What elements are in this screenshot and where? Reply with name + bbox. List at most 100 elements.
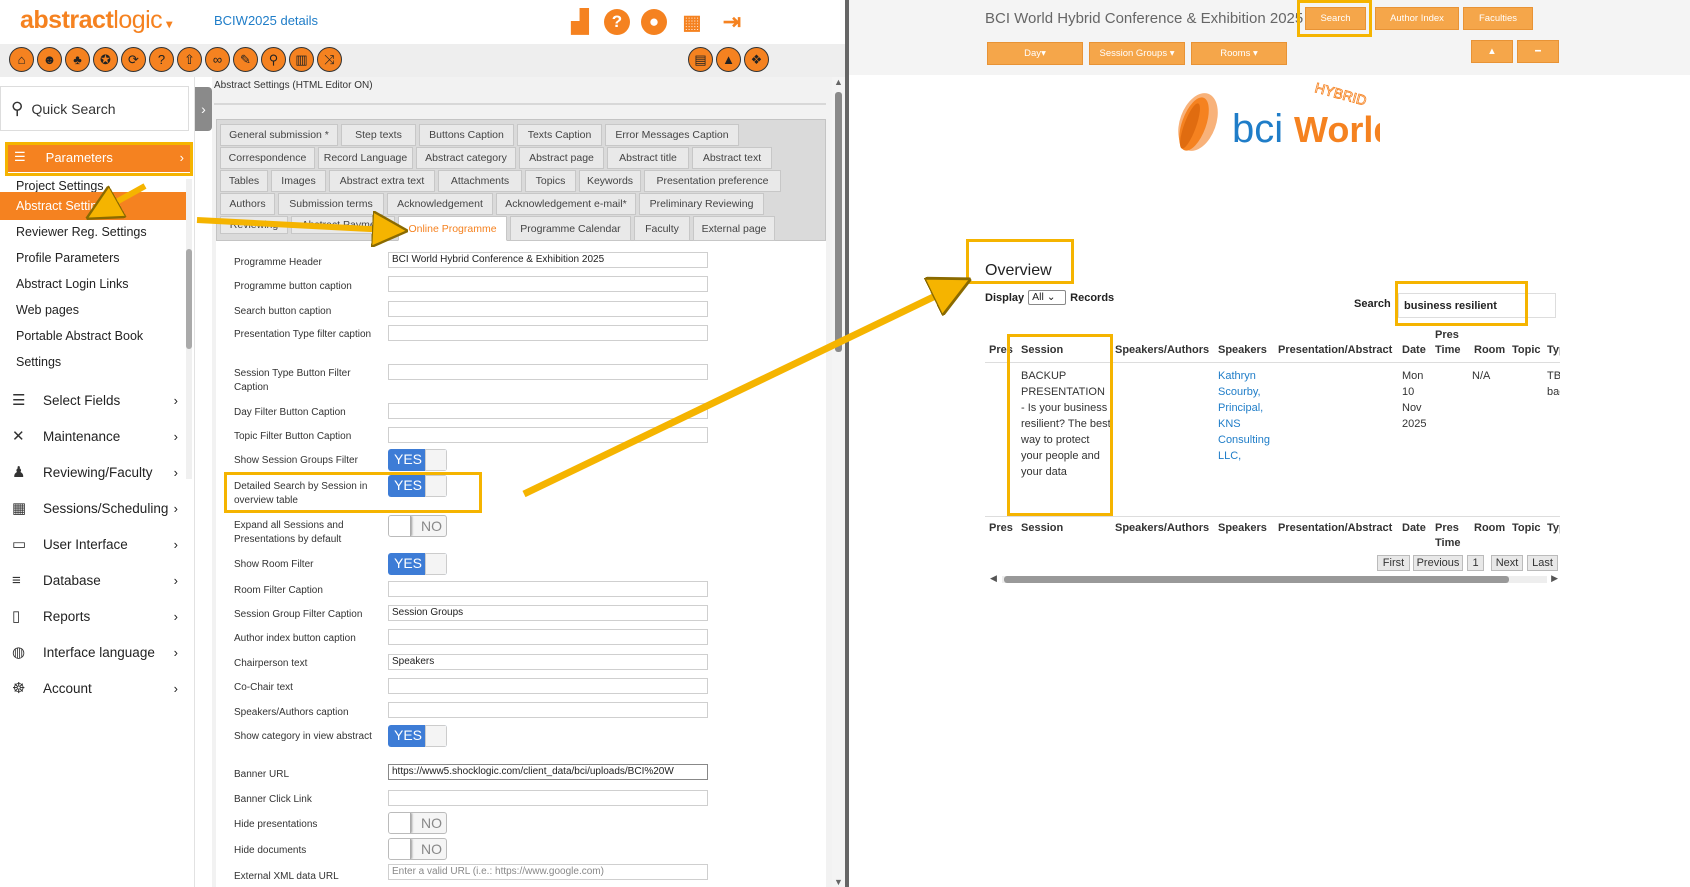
menu-select-fields[interactable]: ☰ Select Fields ›: [0, 382, 190, 418]
collapse-up-button[interactable]: ▲: [1471, 40, 1513, 63]
tab-images[interactable]: Images: [271, 170, 326, 192]
tab-preliminary-reviewing[interactable]: Preliminary Reviewing: [639, 193, 764, 215]
tab-programme-calendar[interactable]: Programme Calendar: [510, 216, 631, 241]
faculties-button[interactable]: Faculties: [1463, 7, 1533, 30]
banner-click-link-input[interactable]: [388, 790, 708, 806]
upload-icon[interactable]: ⇧: [177, 47, 202, 72]
chart-icon[interactable]: ▟: [566, 8, 594, 36]
tab-faculty[interactable]: Faculty: [634, 216, 690, 241]
search-button-caption-input[interactable]: [388, 301, 708, 317]
tab-abstract-page[interactable]: Abstract page: [519, 147, 604, 169]
col-pres-time[interactable]: Pres Time: [1435, 328, 1465, 358]
menu-sessions-scheduling[interactable]: ▦ Sessions/Scheduling ›: [0, 490, 190, 526]
col-pres[interactable]: Pres: [989, 343, 1013, 358]
table-hscrollbar[interactable]: ◀ ▶: [990, 573, 1558, 585]
tab-abstract-category[interactable]: Abstract category: [416, 147, 516, 169]
pager-first[interactable]: First: [1377, 555, 1410, 571]
tab-record-language[interactable]: Record Language: [318, 147, 413, 169]
session-type-filter-input[interactable]: [388, 364, 708, 380]
app-logo[interactable]: abstractlogic ▾: [20, 6, 172, 35]
help-icon[interactable]: ?: [604, 9, 630, 35]
banner-url-input[interactable]: https://www5.shocklogic.com/client_data/…: [388, 764, 708, 780]
sub-item-abstract-login-links[interactable]: Abstract Login Links: [6, 270, 186, 298]
tab-correspondence[interactable]: Correspondence: [220, 147, 315, 169]
tab-abstract-payment[interactable]: Abstract Payment: [291, 216, 395, 234]
award-icon[interactable]: ✪: [93, 47, 118, 72]
col-room[interactable]: Room: [1474, 343, 1505, 358]
tab-abstract-extra-text[interactable]: Abstract extra text: [329, 170, 435, 192]
search-icon[interactable]: ⚲: [261, 47, 286, 72]
mask-icon[interactable]: ☻: [37, 47, 62, 72]
scroll-right-icon[interactable]: ▶: [1551, 573, 1558, 584]
sidebar-item-parameters[interactable]: ☰ Parameters ›: [6, 142, 192, 172]
col-date[interactable]: Date: [1402, 343, 1426, 358]
day-filter-button[interactable]: Day ▾: [987, 42, 1083, 65]
col-speakers-authors[interactable]: Speakers/Authors: [1115, 343, 1209, 358]
dropbox-icon[interactable]: ❖: [744, 47, 769, 72]
menu-database[interactable]: ≡ Database ›: [0, 562, 190, 598]
author-index-button[interactable]: Author Index: [1375, 7, 1459, 30]
tab-topics[interactable]: Topics: [525, 170, 576, 192]
display-select[interactable]: All ⌄: [1028, 290, 1067, 305]
tab-tables[interactable]: Tables: [220, 170, 268, 192]
rooms-filter-button[interactable]: Rooms ▾: [1191, 42, 1287, 65]
tab-acknowledgement[interactable]: Acknowledgement: [387, 193, 493, 215]
day-filter-input[interactable]: [388, 403, 708, 419]
sub-item-abstract-settings[interactable]: Abstract Settings: [0, 192, 186, 220]
col-speakers[interactable]: Speakers: [1218, 343, 1267, 358]
tab-online-programme[interactable]: Online Programme: [398, 216, 507, 241]
tab-general-submission[interactable]: General submission *: [220, 124, 338, 146]
topic-filter-input[interactable]: [388, 427, 708, 443]
sub-item-web-pages[interactable]: Web pages: [6, 296, 186, 324]
document-icon[interactable]: ▤: [688, 47, 713, 72]
hide-documents-toggle[interactable]: NO: [388, 838, 447, 860]
show-room-filter-toggle[interactable]: YES: [388, 553, 447, 575]
col-presentation-abstract[interactable]: Presentation/Abstract: [1278, 343, 1392, 358]
edit-icon[interactable]: ✎: [233, 47, 258, 72]
tab-submission-terms[interactable]: Submission terms: [278, 193, 384, 215]
tab-presentation-preference[interactable]: Presentation preference: [644, 170, 781, 192]
sub-item-reviewer-settings[interactable]: Reviewer Reg. Settings: [6, 218, 186, 246]
tab-external-page[interactable]: External page: [693, 216, 775, 241]
expand-all-toggle[interactable]: NO: [388, 515, 447, 537]
overview-search-input[interactable]: business resilient: [1398, 293, 1556, 318]
pager-page-1[interactable]: 1: [1467, 555, 1484, 571]
link-icon[interactable]: ∞: [205, 47, 230, 72]
menu-maintenance[interactable]: ✕ Maintenance ›: [0, 418, 190, 454]
menu-account[interactable]: ☸ Account ›: [0, 670, 190, 706]
tab-abstract-text[interactable]: Abstract text: [692, 147, 772, 169]
external-xml-url-input[interactable]: Enter a valid URL (i.e.: https://www.goo…: [388, 864, 708, 880]
tab-texts-caption[interactable]: Texts Caption: [517, 124, 602, 146]
tab-buttons-caption[interactable]: Buttons Caption: [419, 124, 514, 146]
grid-icon[interactable]: ▦: [678, 8, 706, 36]
sub-item-profile-parameters[interactable]: Profile Parameters: [6, 244, 186, 272]
caret-down-icon[interactable]: ▾: [166, 17, 172, 31]
tab-acknowledgement-email[interactable]: Acknowledgement e-mail*: [496, 193, 636, 215]
logout-icon[interactable]: ⇥: [718, 8, 746, 36]
hide-presentations-toggle[interactable]: NO: [388, 812, 447, 834]
col-topic[interactable]: Topic: [1512, 343, 1541, 358]
show-category-toggle[interactable]: YES: [388, 725, 447, 747]
tab-error-messages-caption[interactable]: Error Messages Caption: [605, 124, 739, 146]
user-icon[interactable]: ●: [641, 9, 667, 35]
chairperson-text-input[interactable]: Speakers: [388, 654, 708, 670]
speakers-authors-caption-input[interactable]: [388, 702, 708, 718]
tab-keywords[interactable]: Keywords: [579, 170, 641, 192]
pager-previous[interactable]: Previous: [1413, 555, 1463, 571]
presentation-type-filter-input[interactable]: [388, 325, 708, 341]
pager-last[interactable]: Last: [1527, 555, 1558, 571]
sidebar-collapse-toggle[interactable]: ›: [195, 87, 212, 131]
drive-icon[interactable]: ▲: [716, 47, 741, 72]
pager-next[interactable]: Next: [1491, 555, 1523, 571]
quick-search[interactable]: ⚲ Quick Search: [0, 86, 189, 131]
col-type[interactable]: Type: [1547, 343, 1560, 358]
sub-item-portable-abstract-book[interactable]: Portable Abstract Book: [6, 322, 186, 350]
session-group-filter-caption-input[interactable]: Session Groups: [388, 605, 708, 621]
room-filter-caption-input[interactable]: [388, 581, 708, 597]
users-icon[interactable]: ♣: [65, 47, 90, 72]
home-icon[interactable]: ⌂: [9, 47, 34, 72]
programme-button-caption-input[interactable]: [388, 276, 708, 292]
programme-header-input[interactable]: BCI World Hybrid Conference & Exhibition…: [388, 252, 708, 268]
menu-reviewing-faculty[interactable]: ♟ Reviewing/Faculty ›: [0, 454, 190, 490]
row-session[interactable]: BACKUP PRESENTATION - Is your business r…: [1021, 368, 1111, 480]
